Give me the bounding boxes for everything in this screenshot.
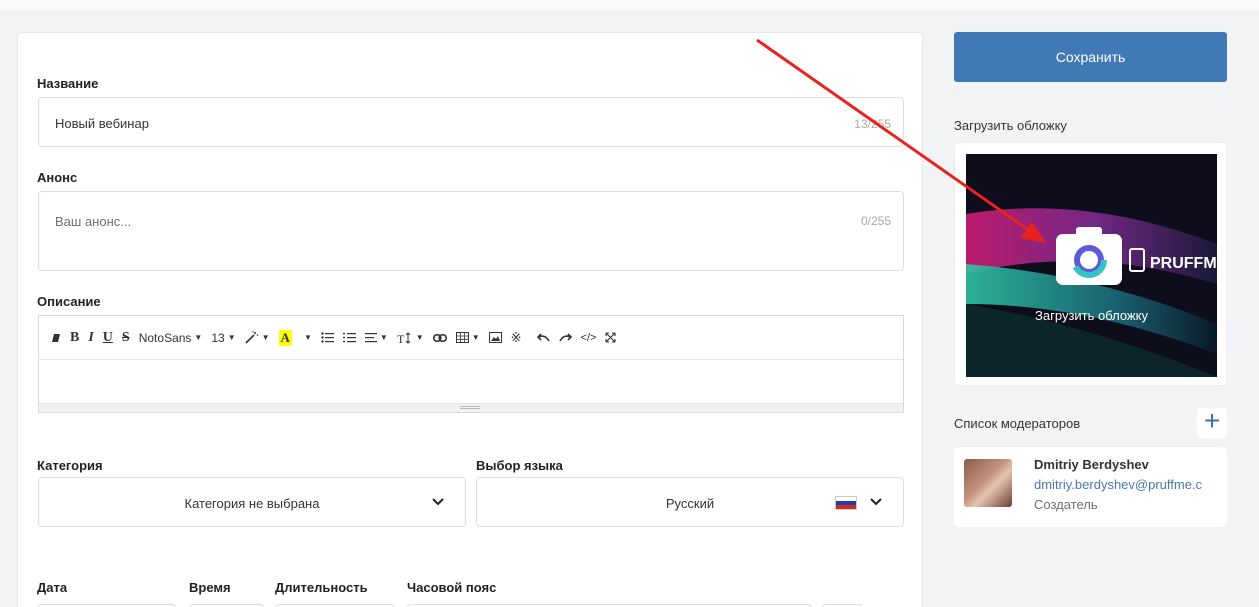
moderator-card: Dmitriy Berdyshev dmitriy.berdyshev@pruf…: [954, 447, 1227, 527]
plus-icon: +: [1203, 405, 1221, 436]
special-chars-icon[interactable]: ※: [511, 330, 522, 346]
add-moderator-button[interactable]: +: [1197, 405, 1227, 438]
language-label: Выбор языка: [476, 458, 563, 473]
title-label: Название: [37, 76, 99, 91]
title-input-value: Новый вебинар: [55, 116, 149, 131]
strikethrough-button[interactable]: S: [122, 330, 130, 346]
align-icon[interactable]: ▼: [364, 332, 388, 343]
cover-upload-card[interactable]: PRUFFM Загрузить обложку: [954, 142, 1227, 386]
highlight-color-button[interactable]: A: [278, 329, 292, 346]
webinar-form-card: Название Новый вебинар 13/255 Анонс Ваш …: [17, 32, 923, 607]
chevron-down-icon: [870, 498, 882, 506]
highlight-dropdown[interactable]: ▼: [301, 333, 312, 342]
svg-text:T: T: [397, 332, 405, 344]
title-input[interactable]: Новый вебинар 13/255: [38, 97, 904, 147]
font-family-value: NotoSans: [138, 330, 192, 345]
underline-button[interactable]: U: [103, 330, 113, 346]
moderator-email[interactable]: dmitriy.berdyshev@pruffme.c: [1034, 477, 1202, 492]
description-label: Описание: [37, 294, 101, 309]
top-strip: [0, 0, 1259, 10]
description-editor[interactable]: B I U S NotoSans ▼ 13 ▼ ▼ A ▼ ▼ T ▼ ▼ ※ …: [38, 315, 904, 413]
font-family-dropdown[interactable]: NotoSans ▼: [139, 331, 203, 345]
announce-label: Анонс: [37, 170, 78, 185]
image-icon[interactable]: [488, 332, 502, 343]
wand-icon[interactable]: ▼: [245, 331, 270, 344]
chevron-down-icon: [432, 498, 444, 506]
moderators-label: Список модераторов: [954, 416, 1081, 431]
category-value: Категория не выбрана: [184, 496, 320, 511]
code-icon[interactable]: </>: [581, 332, 597, 344]
font-size-dropdown[interactable]: 13 ▼: [211, 331, 235, 345]
time-label: Время: [189, 580, 231, 595]
line-height-icon[interactable]: T ▼: [397, 332, 424, 344]
cover-image[interactable]: PRUFFM Загрузить обложку: [966, 154, 1217, 377]
cover-label: Загрузить обложку: [954, 118, 1067, 133]
announce-placeholder: Ваш анонс...: [55, 214, 132, 229]
cover-upload-caption: Загрузить обложку: [1035, 308, 1148, 323]
redo-icon[interactable]: [558, 333, 572, 342]
category-select[interactable]: Категория не выбрана: [38, 477, 466, 527]
date-label: Дата: [37, 580, 68, 595]
save-button[interactable]: Сохранить: [954, 32, 1227, 82]
moderator-name: Dmitriy Berdyshev: [1034, 457, 1149, 472]
editor-resize-handle[interactable]: [39, 403, 903, 412]
moderator-role: Создатель: [1034, 497, 1098, 512]
eraser-icon[interactable]: [51, 333, 61, 343]
table-icon[interactable]: ▼: [455, 332, 480, 343]
camera-icon[interactable]: [1056, 227, 1122, 285]
timezone-label: Часовой пояс: [407, 580, 497, 595]
link-icon[interactable]: [432, 333, 447, 342]
language-select[interactable]: Русский: [476, 477, 904, 527]
flag-ru-icon: [835, 496, 857, 510]
duration-label: Длительность: [275, 580, 368, 595]
font-size-value: 13: [211, 330, 225, 345]
resize-grip-icon: [460, 406, 480, 409]
bullet-list-icon[interactable]: [321, 332, 334, 343]
announce-counter: 0/255: [860, 214, 891, 228]
italic-button[interactable]: I: [88, 330, 93, 346]
avatar: [964, 459, 1012, 507]
editor-toolbar: B I U S NotoSans ▼ 13 ▼ ▼ A ▼ ▼ T ▼ ▼ ※ …: [39, 316, 903, 360]
bold-button[interactable]: B: [70, 330, 79, 346]
title-counter: 13/255: [854, 117, 891, 131]
fullscreen-icon[interactable]: [605, 332, 616, 343]
cover-brand-text: PRUFFM: [1150, 255, 1217, 272]
category-label: Категория: [37, 458, 103, 473]
numbered-list-icon[interactable]: [342, 332, 356, 343]
undo-icon[interactable]: [536, 333, 550, 342]
announce-textarea[interactable]: Ваш анонс... 0/255: [38, 191, 904, 271]
